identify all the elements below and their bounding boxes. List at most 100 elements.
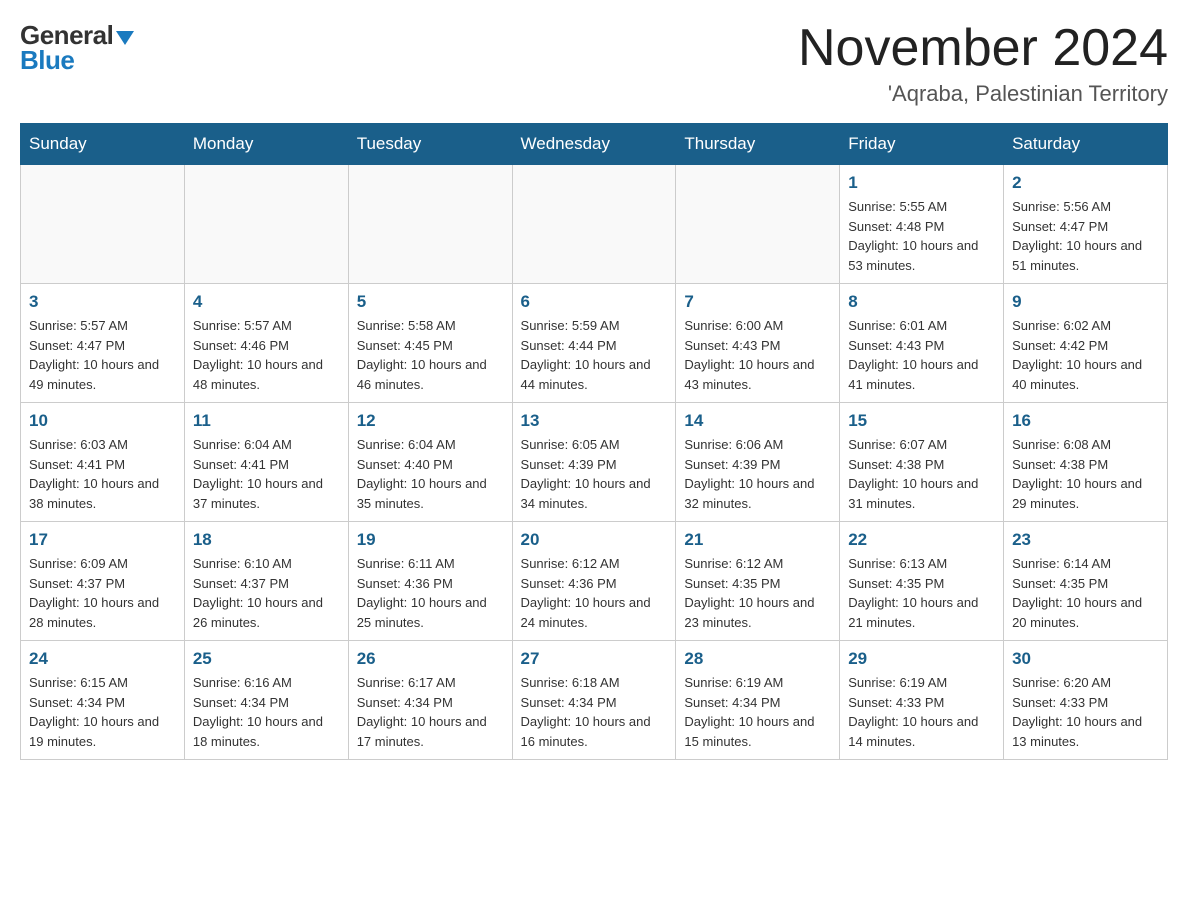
day-number: 26 [357,649,504,669]
calendar-cell: 4Sunrise: 5:57 AMSunset: 4:46 PMDaylight… [184,284,348,403]
column-header-tuesday: Tuesday [348,124,512,165]
day-number: 29 [848,649,995,669]
day-number: 7 [684,292,831,312]
day-info: Sunrise: 6:18 AMSunset: 4:34 PMDaylight:… [521,673,668,751]
week-row-1: 1 Sunrise: 5:55 AMSunset: 4:48 PMDaylight… [21,165,1168,284]
day-number: 13 [521,411,668,431]
day-info: Sunrise: 6:14 AMSunset: 4:35 PMDaylight:… [1012,554,1159,632]
day-info: Sunrise: 6:02 AMSunset: 4:42 PMDaylight:… [1012,316,1159,394]
day-info: Sunrise: 5:59 AMSunset: 4:44 PMDaylight:… [521,316,668,394]
day-number: 6 [521,292,668,312]
day-number: 22 [848,530,995,550]
day-info: Sunrise: 6:08 AMSunset: 4:38 PMDaylight:… [1012,435,1159,513]
day-number: 16 [1012,411,1159,431]
day-number: 21 [684,530,831,550]
calendar-cell: 29 Sunrise: 6:19 AMSunset: 4:33 PMDayligh… [840,641,1004,760]
week-row-3: 10Sunrise: 6:03 AMSunset: 4:41 PMDayligh… [21,403,1168,522]
calendar-header-row: SundayMondayTuesdayWednesdayThursdayFrid… [21,124,1168,165]
calendar-cell: 2 Sunrise: 5:56 AMSunset: 4:47 PMDaylight… [1004,165,1168,284]
calendar-cell: 17 Sunrise: 6:09 AMSunset: 4:37 PMDayligh… [21,522,185,641]
day-number: 5 [357,292,504,312]
day-number: 9 [1012,292,1159,312]
calendar-cell: 5 Sunrise: 5:58 AMSunset: 4:45 PMDaylight… [348,284,512,403]
page-header: General Blue November 2024 'Aqraba, Pale… [20,20,1168,107]
calendar-cell: 14 Sunrise: 6:06 AMSunset: 4:39 PMDayligh… [676,403,840,522]
calendar-cell: 1 Sunrise: 5:55 AMSunset: 4:48 PMDaylight… [840,165,1004,284]
day-number: 12 [357,411,504,431]
day-number: 14 [684,411,831,431]
day-number: 24 [29,649,176,669]
day-number: 11 [193,411,340,431]
calendar-cell: 13 Sunrise: 6:05 AMSunset: 4:39 PMDayligh… [512,403,676,522]
day-number: 17 [29,530,176,550]
logo-blue-text: Blue [20,45,74,76]
day-number: 10 [29,411,176,431]
calendar-cell: 30 Sunrise: 6:20 AMSunset: 4:33 PMDayligh… [1004,641,1168,760]
calendar-cell: 6 Sunrise: 5:59 AMSunset: 4:44 PMDaylight… [512,284,676,403]
calendar-cell: 28 Sunrise: 6:19 AMSunset: 4:34 PMDayligh… [676,641,840,760]
calendar-cell: 10Sunrise: 6:03 AMSunset: 4:41 PMDayligh… [21,403,185,522]
day-number: 23 [1012,530,1159,550]
calendar-cell: 24 Sunrise: 6:15 AMSunset: 4:34 PMDayligh… [21,641,185,760]
day-info: Sunrise: 6:09 AMSunset: 4:37 PMDaylight:… [29,554,176,632]
calendar-title: November 2024 [798,20,1168,77]
day-number: 2 [1012,173,1159,193]
day-number: 27 [521,649,668,669]
calendar-cell: 20Sunrise: 6:12 AMSunset: 4:36 PMDayligh… [512,522,676,641]
week-row-2: 3Sunrise: 5:57 AMSunset: 4:47 PMDaylight… [21,284,1168,403]
calendar-cell: 18Sunrise: 6:10 AMSunset: 4:37 PMDayligh… [184,522,348,641]
calendar-cell: 15 Sunrise: 6:07 AMSunset: 4:38 PMDayligh… [840,403,1004,522]
day-info: Sunrise: 6:17 AMSunset: 4:34 PMDaylight:… [357,673,504,751]
day-number: 28 [684,649,831,669]
calendar-cell: 27 Sunrise: 6:18 AMSunset: 4:34 PMDayligh… [512,641,676,760]
calendar-cell [512,165,676,284]
day-number: 20 [521,530,668,550]
day-info: Sunrise: 5:58 AMSunset: 4:45 PMDaylight:… [357,316,504,394]
calendar-cell: 16 Sunrise: 6:08 AMSunset: 4:38 PMDayligh… [1004,403,1168,522]
calendar-cell: 26 Sunrise: 6:17 AMSunset: 4:34 PMDayligh… [348,641,512,760]
logo-triangle-icon [116,31,134,45]
day-info: Sunrise: 6:15 AMSunset: 4:34 PMDaylight:… [29,673,176,751]
calendar-cell: 9 Sunrise: 6:02 AMSunset: 4:42 PMDaylight… [1004,284,1168,403]
day-info: Sunrise: 5:56 AMSunset: 4:47 PMDaylight:… [1012,197,1159,275]
day-number: 19 [357,530,504,550]
week-row-5: 24 Sunrise: 6:15 AMSunset: 4:34 PMDayligh… [21,641,1168,760]
calendar-table: SundayMondayTuesdayWednesdayThursdayFrid… [20,123,1168,760]
day-number: 15 [848,411,995,431]
column-header-friday: Friday [840,124,1004,165]
calendar-cell: 22 Sunrise: 6:13 AMSunset: 4:35 PMDayligh… [840,522,1004,641]
calendar-cell [676,165,840,284]
day-number: 1 [848,173,995,193]
day-info: Sunrise: 6:12 AMSunset: 4:35 PMDaylight:… [684,554,831,632]
calendar-cell: 23 Sunrise: 6:14 AMSunset: 4:35 PMDayligh… [1004,522,1168,641]
logo: General Blue [20,20,134,76]
column-header-thursday: Thursday [676,124,840,165]
day-info: Sunrise: 6:05 AMSunset: 4:39 PMDaylight:… [521,435,668,513]
column-header-monday: Monday [184,124,348,165]
calendar-cell: 19 Sunrise: 6:11 AMSunset: 4:36 PMDayligh… [348,522,512,641]
day-info: Sunrise: 5:57 AMSunset: 4:47 PMDaylight:… [29,316,176,394]
calendar-cell: 21 Sunrise: 6:12 AMSunset: 4:35 PMDayligh… [676,522,840,641]
calendar-cell: 12Sunrise: 6:04 AMSunset: 4:40 PMDayligh… [348,403,512,522]
day-info: Sunrise: 5:55 AMSunset: 4:48 PMDaylight:… [848,197,995,275]
day-number: 18 [193,530,340,550]
day-info: Sunrise: 6:19 AMSunset: 4:34 PMDaylight:… [684,673,831,751]
day-info: Sunrise: 6:06 AMSunset: 4:39 PMDaylight:… [684,435,831,513]
calendar-cell: 7Sunrise: 6:00 AMSunset: 4:43 PMDaylight… [676,284,840,403]
day-info: Sunrise: 6:11 AMSunset: 4:36 PMDaylight:… [357,554,504,632]
day-number: 30 [1012,649,1159,669]
column-header-saturday: Saturday [1004,124,1168,165]
day-number: 8 [848,292,995,312]
day-number: 25 [193,649,340,669]
title-area: November 2024 'Aqraba, Palestinian Terri… [798,20,1168,107]
day-info: Sunrise: 6:20 AMSunset: 4:33 PMDaylight:… [1012,673,1159,751]
calendar-cell: 8Sunrise: 6:01 AMSunset: 4:43 PMDaylight… [840,284,1004,403]
calendar-cell: 3Sunrise: 5:57 AMSunset: 4:47 PMDaylight… [21,284,185,403]
calendar-cell [184,165,348,284]
day-info: Sunrise: 6:19 AMSunset: 4:33 PMDaylight:… [848,673,995,751]
calendar-subtitle: 'Aqraba, Palestinian Territory [798,81,1168,107]
day-info: Sunrise: 6:16 AMSunset: 4:34 PMDaylight:… [193,673,340,751]
day-info: Sunrise: 6:13 AMSunset: 4:35 PMDaylight:… [848,554,995,632]
column-header-sunday: Sunday [21,124,185,165]
day-info: Sunrise: 6:07 AMSunset: 4:38 PMDaylight:… [848,435,995,513]
